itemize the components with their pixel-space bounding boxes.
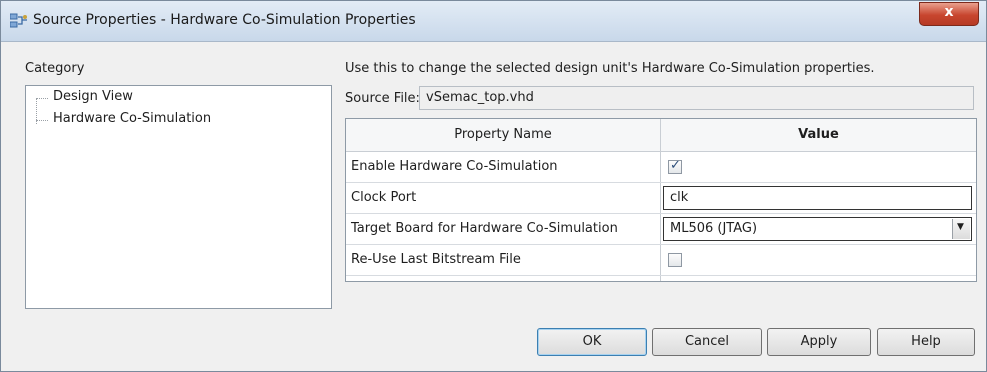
property-name: Enable Hardware Co-Simulation <box>351 159 558 174</box>
properties-dialog: Source Properties - Hardware Co-Simulati… <box>0 0 987 372</box>
property-name: Clock Port <box>351 190 417 205</box>
check-icon: ✓ <box>670 158 681 173</box>
title-bar: Source Properties - Hardware Co-Simulati… <box>1 1 986 42</box>
source-file-label: Source File: <box>345 91 420 106</box>
help-button[interactable]: Help <box>877 328 975 356</box>
property-name: Re-Use Last Bitstream File <box>351 252 521 267</box>
category-label: Category <box>25 61 85 76</box>
target-board-select[interactable]: ML506 (JTAG) ▼ <box>663 217 972 241</box>
table-row: Target Board for Hardware Co-Simulation … <box>346 214 976 245</box>
ok-button[interactable]: OK <box>537 328 647 356</box>
column-header-value: Value <box>798 127 839 142</box>
tree-item-label: Hardware Co-Simulation <box>53 111 212 126</box>
table-row: Re-Use Last Bitstream File <box>346 245 976 276</box>
clock-port-value: clk <box>670 190 689 205</box>
dropdown-button[interactable]: ▼ <box>952 219 970 239</box>
property-name: Target Board for Hardware Co-Simulation <box>351 221 618 236</box>
source-file-field: vSemac_top.vhd <box>419 86 974 110</box>
property-grid: Property Name Value Enable Hardware Co-S… <box>345 118 977 282</box>
close-button[interactable]: x <box>919 2 979 26</box>
window-title: Source Properties - Hardware Co-Simulati… <box>33 12 416 28</box>
grid-header: Property Name Value <box>346 119 976 152</box>
category-tree: Design View Hardware Co-Simulation <box>25 85 332 309</box>
table-row: Clock Port clk <box>346 183 976 214</box>
source-file-value: vSemac_top.vhd <box>426 90 534 105</box>
chevron-down-icon: ▼ <box>957 222 964 232</box>
app-icon <box>10 13 27 28</box>
enable-cosim-checkbox[interactable]: ✓ <box>668 158 682 174</box>
reuse-bitstream-checkbox[interactable] <box>668 253 682 267</box>
cancel-button[interactable]: Cancel <box>652 328 762 356</box>
column-header-property-name: Property Name <box>454 127 552 142</box>
table-row: Enable Hardware Co-Simulation ✓ <box>346 152 976 183</box>
apply-button[interactable]: Apply <box>767 328 871 356</box>
close-icon: x <box>944 4 954 20</box>
clock-port-input[interactable]: clk <box>663 186 972 210</box>
tree-item-label: Design View <box>53 89 133 104</box>
description-text: Use this to change the selected design u… <box>345 61 875 76</box>
target-board-value: ML506 (JTAG) <box>670 221 758 236</box>
